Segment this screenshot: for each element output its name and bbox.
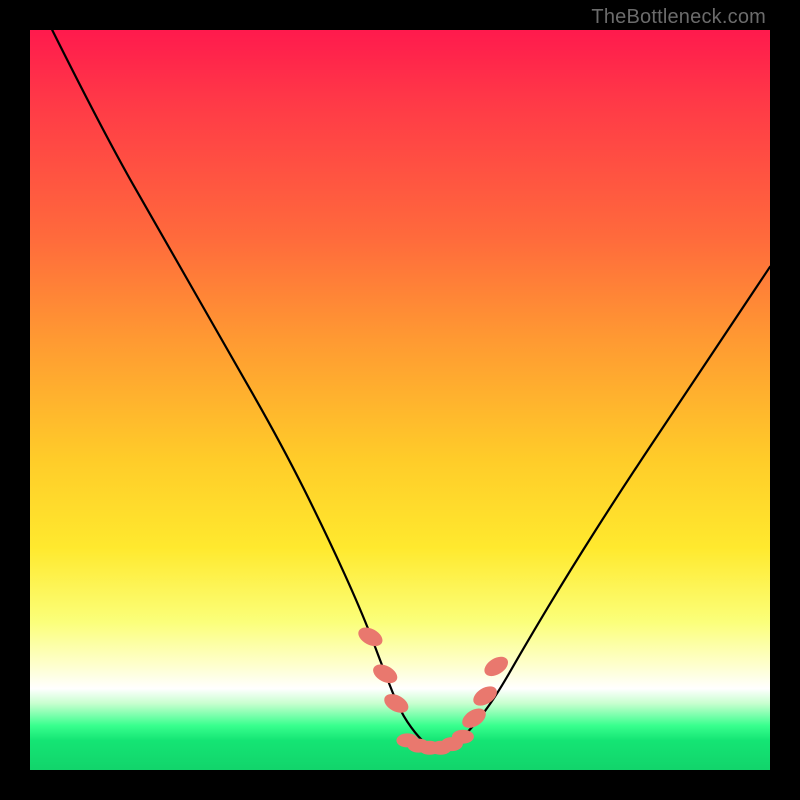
bottleneck-curve-path — [52, 30, 770, 748]
curve-marker — [370, 661, 400, 687]
watermark-text: TheBottleneck.com — [591, 6, 766, 29]
gradient-plot-area — [30, 30, 770, 770]
right-slope-markers — [459, 653, 512, 732]
curve-marker-flat — [452, 730, 474, 744]
curve-marker — [470, 682, 501, 709]
curve-marker — [355, 624, 385, 650]
outer-black-frame: TheBottleneck.com — [0, 0, 800, 800]
curve-marker — [459, 705, 490, 732]
flat-bottom-markers — [396, 730, 474, 755]
left-slope-markers — [355, 624, 411, 717]
curve-marker — [381, 690, 411, 716]
curve-svg — [30, 30, 770, 770]
